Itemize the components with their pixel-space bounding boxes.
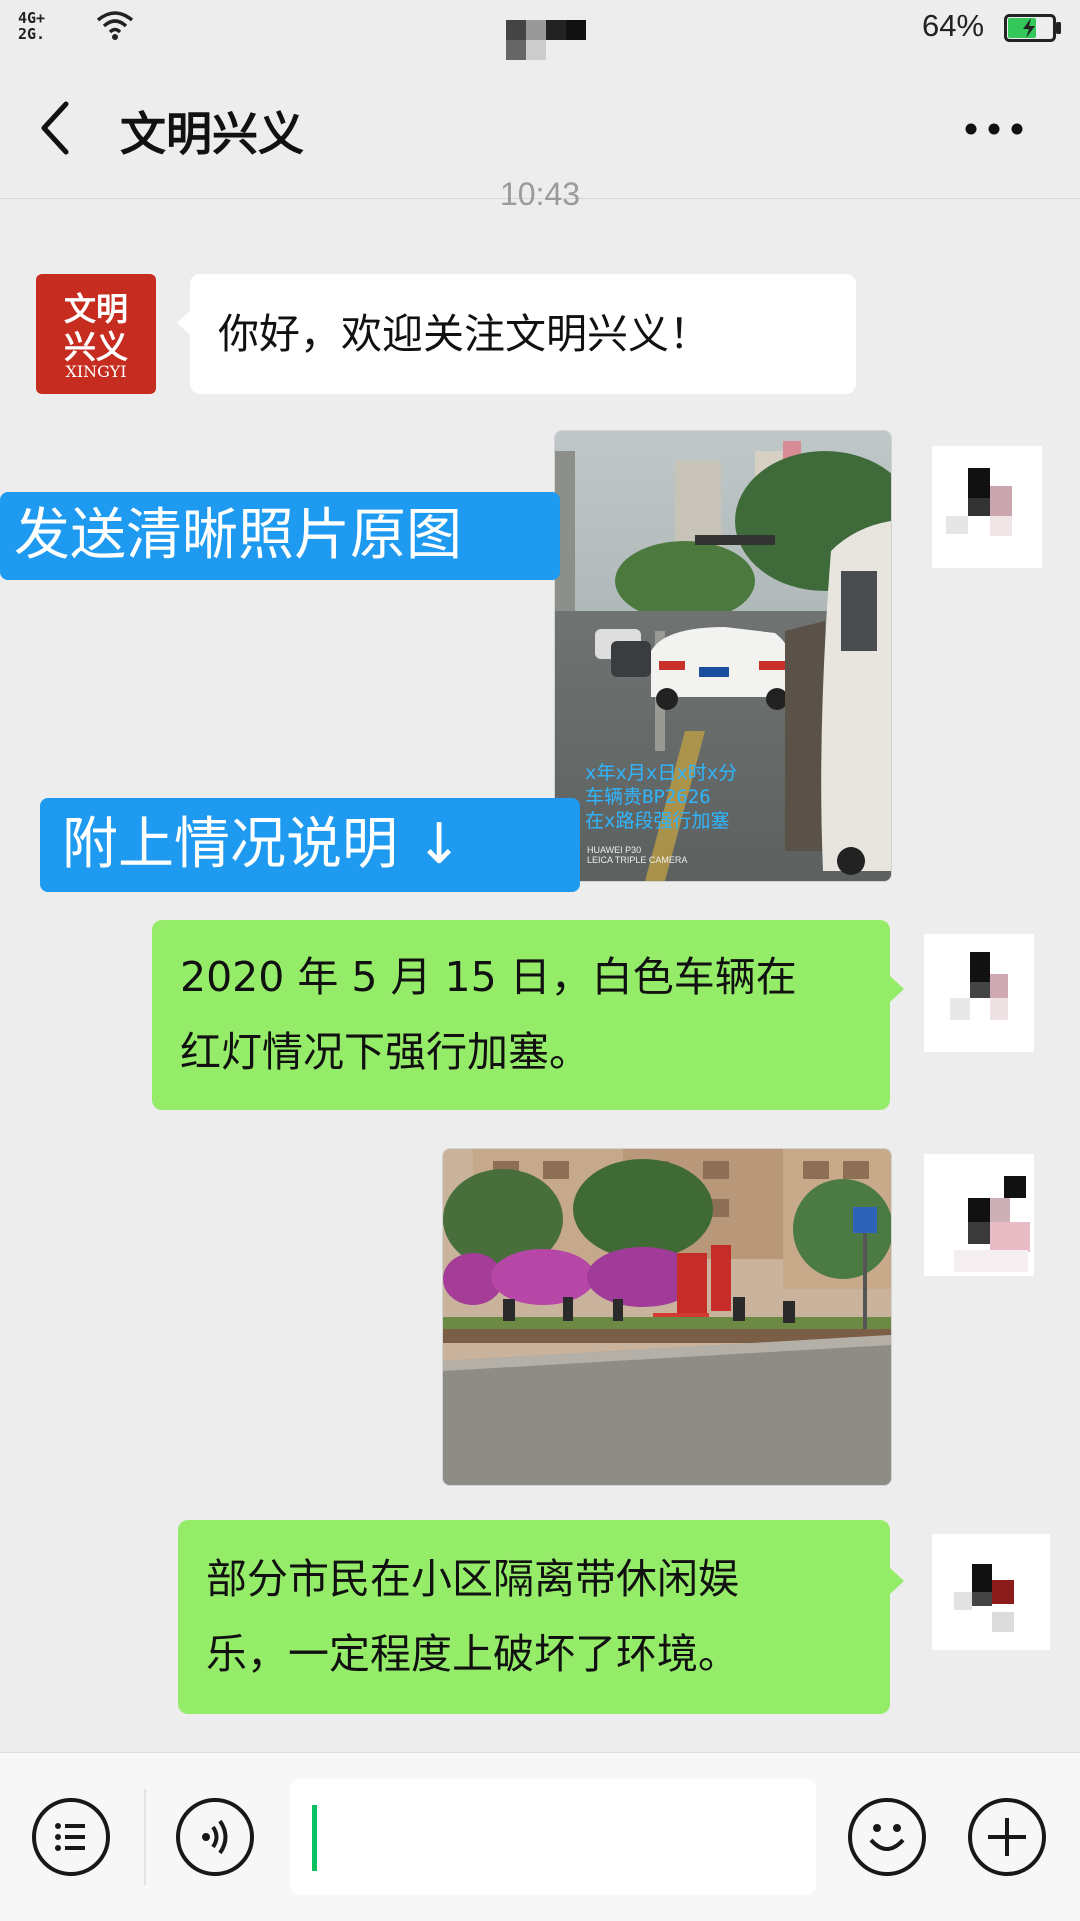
logo-subtext: XINGYI [65, 362, 127, 381]
list-menu-icon [55, 1823, 85, 1851]
account-avatar[interactable]: 文明 兴义 XINGYI [36, 274, 156, 394]
message-text-line: 红灯情况下强行加塞。 [180, 1028, 590, 1076]
user-avatar[interactable] [924, 934, 1034, 1052]
message-bubble-report-1[interactable]: 2020 年 5 月 15 日，白色车辆在 红灯情况下强行加塞。 [152, 920, 904, 1110]
mosaic-avatar [946, 468, 1012, 536]
user-avatar[interactable] [932, 446, 1042, 568]
message-text: 你好，欢迎关注文明兴义！ [218, 310, 710, 358]
battery-icon [1004, 14, 1061, 42]
mosaic-avatar [954, 1176, 1030, 1272]
add-button[interactable] [968, 1798, 1046, 1876]
photo-message-traffic[interactable]: x年x月x日x时x分 车辆贵BP2626 在x路段强行加塞 HUAWEI P30… [554, 430, 892, 882]
message-bubble-welcome[interactable]: 你好，欢迎关注文明兴义！ [177, 274, 856, 394]
wifi-icon [96, 11, 134, 40]
page-title: 文明兴义 [120, 107, 304, 161]
camera-watermark: HUAWEI P30 LEICA TRIPLE CAMERA [587, 845, 688, 865]
bubble-tail [890, 976, 904, 1002]
voice-button[interactable] [176, 1798, 254, 1876]
emoji-icon [869, 1824, 905, 1851]
battery-percent: 64% [922, 8, 985, 43]
bubble-tail [177, 310, 191, 336]
message-bubble-report-2[interactable]: 部分市民在小区隔离带休闲娱 乐，一定程度上破坏了环境。 [178, 1520, 904, 1714]
message-text-line: 2020 年 5 月 15 日，白色车辆在 [180, 953, 797, 1001]
user-avatar[interactable] [932, 1534, 1050, 1650]
emoji-button[interactable] [848, 1798, 926, 1876]
mosaic-avatar [950, 952, 1008, 1020]
message-text-line: 部分市民在小区隔离带休闲娱 [206, 1555, 739, 1603]
voice-icon [202, 1819, 228, 1855]
overlay-label-send-photo: 发送清晰照片原图 [0, 492, 560, 580]
status-bar: 4G+ 2G. 64% [0, 0, 1080, 62]
notch-mosaic [506, 20, 586, 62]
community-photo [443, 1149, 891, 1485]
plus-icon [988, 1818, 1026, 1856]
signal-indicator: 4G+ 2G. [18, 9, 46, 43]
chevron-left-icon[interactable] [36, 98, 76, 158]
message-text-line: 乐，一定程度上破坏了环境。 [206, 1630, 739, 1678]
divider [144, 1789, 146, 1885]
mosaic-avatar [954, 1564, 1014, 1632]
menu-button[interactable] [32, 1798, 110, 1876]
message-input-bar [0, 1752, 1080, 1921]
photo-message-community[interactable] [442, 1148, 892, 1486]
photo-caption-overlay: x年x月x日x时x分 车辆贵BP2626 在x路段强行加塞 [585, 762, 738, 832]
message-timestamp: 10:43 [499, 176, 581, 212]
overlay-label-attach-description: 附上情况说明 ↓ [40, 798, 580, 892]
message-input[interactable] [290, 1779, 816, 1895]
more-dots-icon[interactable] [964, 122, 1024, 136]
text-cursor [312, 1805, 317, 1871]
user-avatar[interactable] [924, 1154, 1034, 1276]
bubble-tail [890, 1568, 904, 1594]
